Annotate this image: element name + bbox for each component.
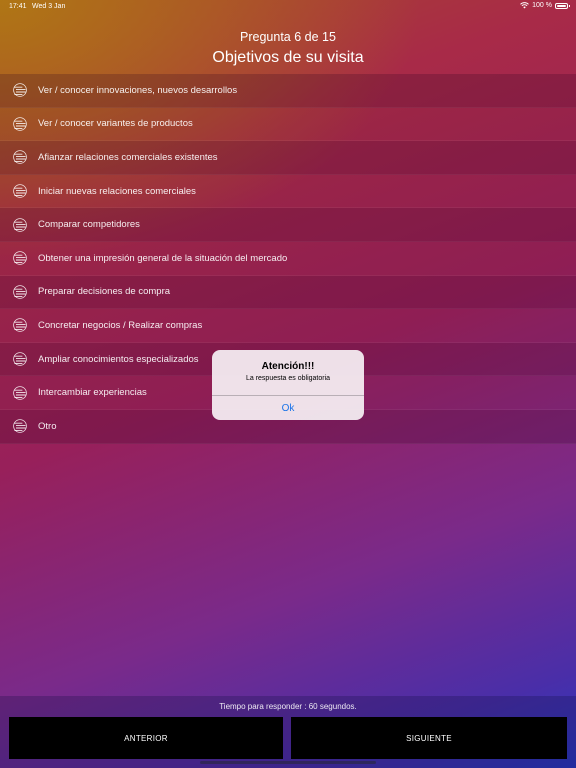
option-label: Ampliar conocimientos especializados — [38, 353, 199, 365]
battery-percent: 100 % — [532, 2, 552, 9]
home-indicator — [200, 761, 376, 764]
select-option-icon — [13, 83, 27, 98]
status-bar: 17:41 Wed 3 Jan 100 % — [0, 0, 576, 14]
option-label: Preparar decisiones de compra — [38, 286, 171, 298]
alert-ok-button[interactable]: Ok — [212, 396, 364, 420]
status-date: Wed 3 Jan — [32, 3, 66, 10]
timer-text: Tiempo para responder : 60 segundos. — [219, 702, 357, 711]
option-row[interactable]: Comparar competidores — [0, 208, 576, 242]
option-row[interactable]: Concretar negocios / Realizar compras — [0, 309, 576, 343]
select-option-icon — [13, 150, 27, 165]
page-title: Objetivos de su visita — [212, 49, 364, 66]
option-label: Obtener una impresión general de la situ… — [38, 252, 288, 264]
status-time: 17:41 — [9, 3, 27, 10]
option-label: Otro — [38, 420, 57, 432]
alert-message: La respuesta es obligatoria — [245, 375, 331, 382]
option-label: Iniciar nuevas relaciones comerciales — [38, 185, 196, 197]
select-option-icon — [13, 385, 27, 400]
option-row[interactable]: Ver / conocer variantes de productos — [0, 107, 576, 142]
option-label: Comparar competidores — [38, 219, 140, 231]
next-button[interactable]: SIGUIENTE — [291, 717, 567, 759]
option-label: Afianzar relaciones comerciales existent… — [38, 151, 218, 163]
alert-title: Atención!!! — [261, 361, 315, 372]
select-option-icon — [13, 318, 27, 333]
status-indicators: 100 % — [520, 2, 570, 9]
alert-dialog: Atención!!! La respuesta es obligatoria … — [212, 350, 364, 420]
select-option-icon — [13, 251, 27, 266]
select-option-icon — [13, 217, 27, 232]
option-row[interactable]: Afianzar relaciones comerciales existent… — [0, 141, 576, 175]
option-row[interactable]: Preparar decisiones de compra — [0, 275, 576, 310]
select-option-icon — [13, 352, 27, 366]
option-row[interactable]: Iniciar nuevas relaciones comerciales — [0, 174, 576, 209]
option-label: Ver / conocer variantes de productos — [38, 118, 193, 130]
option-label: Concretar negocios / Realizar compras — [38, 319, 203, 331]
option-row[interactable]: Obtener una impresión general de la situ… — [0, 241, 576, 276]
option-label: Intercambiar experiencias — [38, 387, 147, 399]
select-option-icon — [13, 419, 27, 434]
select-option-icon — [13, 285, 27, 299]
option-label: Ver / conocer innovaciones, nuevos desar… — [38, 84, 238, 96]
select-option-icon — [13, 184, 27, 198]
wifi-icon — [520, 2, 529, 9]
question-counter: Pregunta 6 de 15 — [240, 30, 336, 44]
battery-icon — [555, 2, 570, 9]
previous-button[interactable]: ANTERIOR — [9, 717, 283, 759]
option-row[interactable]: Ver / conocer innovaciones, nuevos desar… — [0, 74, 576, 108]
select-option-icon — [13, 117, 27, 131]
